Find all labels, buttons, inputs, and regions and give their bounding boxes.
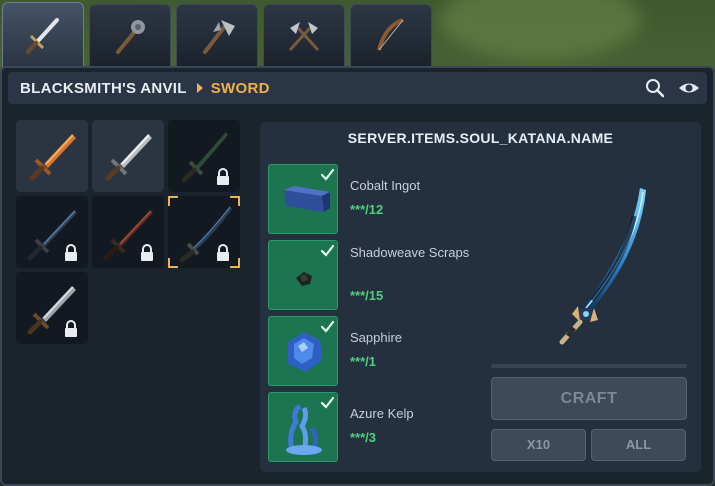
bow-icon — [377, 17, 404, 51]
slot-shadow-blade[interactable] — [16, 196, 88, 268]
ingredient-row: Azure Kelp ***/3 — [268, 392, 478, 464]
ingredient-slot[interactable] — [268, 164, 338, 234]
slot-iron-sword[interactable] — [92, 120, 164, 192]
lock-icon — [141, 244, 153, 261]
lock-icon — [217, 244, 229, 261]
slot-bone-sword[interactable] — [16, 272, 88, 344]
craft-button[interactable]: CRAFT — [491, 377, 687, 420]
check-icon — [321, 244, 334, 257]
tab-bow[interactable] — [350, 4, 432, 66]
soul-katana-preview — [559, 188, 646, 345]
tab-battle-axe[interactable] — [176, 4, 258, 66]
ingredient-name: Sapphire — [350, 330, 403, 345]
slot-copper-sword[interactable] — [16, 120, 88, 192]
ingredient-qty: ***/3 — [350, 430, 377, 445]
lock-icon — [217, 168, 229, 185]
item-title: SERVER.ITEMS.SOUL_KATANA.NAME — [347, 130, 614, 146]
slot-dark-sword[interactable] — [168, 120, 240, 192]
check-icon — [321, 396, 334, 409]
lock-icon — [65, 320, 77, 337]
ingredient-name: Azure Kelp — [350, 406, 414, 421]
ingredient-row: Sapphire ***/1 — [268, 316, 478, 388]
breadcrumb-category: SWORD — [210, 79, 270, 97]
selection-corner — [168, 258, 178, 268]
copper-sword-icon — [29, 134, 76, 181]
mace-icon — [116, 19, 145, 54]
tab-dual-axes[interactable] — [263, 4, 345, 66]
check-icon — [321, 168, 334, 181]
ingredient-qty: ***/1 — [350, 354, 377, 369]
iron-sword-icon — [105, 134, 152, 181]
selection-corner — [230, 196, 240, 206]
tab-sword[interactable] — [2, 2, 84, 68]
breadcrumb-station[interactable]: BLACKSMITH'S ANVIL — [20, 80, 187, 97]
ingredient-name: Cobalt Ingot — [350, 178, 421, 193]
ingredient-qty: ***/12 — [350, 202, 384, 217]
ingredient-row: Shadoweave Scraps ***/15 — [268, 240, 478, 312]
breadcrumb-arrow-icon — [196, 83, 203, 93]
slot-crimson-blade[interactable] — [92, 196, 164, 268]
check-icon — [321, 320, 334, 333]
sword-icon — [26, 17, 59, 54]
category-tabs — [0, 0, 715, 70]
lock-icon — [65, 244, 77, 261]
tab-mace[interactable] — [89, 4, 171, 66]
ingredient-slot[interactable] — [268, 316, 338, 386]
recipe-panel: SERVER.ITEMS.SOUL_KATANA.NAME Cobalt Ing… — [260, 122, 701, 472]
dual-axes-icon — [288, 21, 320, 51]
slot-soul-katana[interactable] — [168, 196, 240, 268]
preview-divider — [491, 364, 687, 368]
eye-icon[interactable] — [678, 78, 700, 98]
ingredient-qty: ***/15 — [350, 288, 384, 303]
search-icon[interactable] — [644, 78, 666, 98]
ingredient-slot[interactable] — [268, 392, 338, 462]
ingredient-slot[interactable] — [268, 240, 338, 310]
crafting-panel: BLACKSMITH'S ANVIL SWORD SERVER.ITEMS.SO… — [0, 66, 715, 486]
selection-corner — [168, 196, 178, 206]
battle-axe-icon — [203, 19, 235, 54]
panel-header: BLACKSMITH'S ANVIL SWORD — [8, 72, 707, 104]
craft-x10-button[interactable]: X10 — [491, 429, 586, 461]
craft-all-button[interactable]: ALL — [591, 429, 686, 461]
ingredient-name: Shadoweave Scraps — [350, 245, 470, 260]
ingredient-row: Cobalt Ingot ***/12 — [268, 164, 478, 236]
